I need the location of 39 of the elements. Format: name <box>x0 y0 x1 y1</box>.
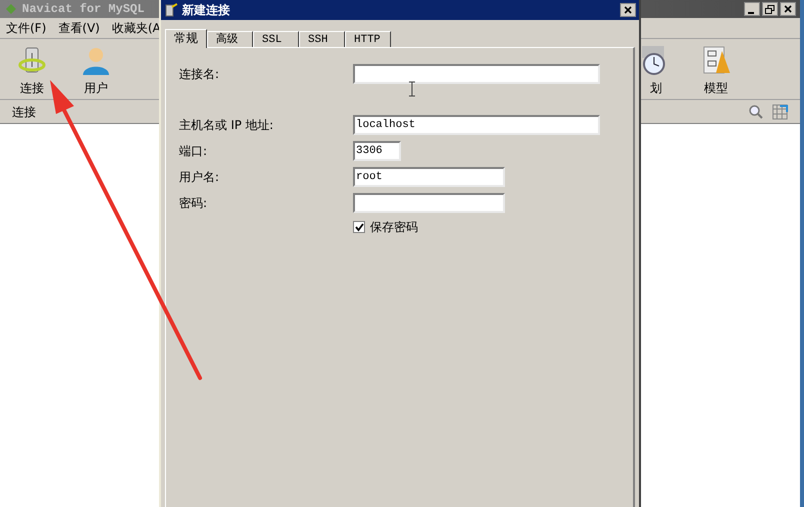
search-icon[interactable] <box>748 104 764 120</box>
checkbox[interactable] <box>353 221 365 233</box>
field-label: 端口: <box>179 143 208 160</box>
check-icon <box>354 222 364 232</box>
input-field[interactable] <box>353 64 600 84</box>
dialog-title: 新建连接 <box>182 2 230 19</box>
toolbar-button[interactable]: 连接 <box>10 45 54 99</box>
text-cursor-icon <box>408 81 416 97</box>
restore-icon <box>765 4 775 14</box>
field-label: 密码: <box>179 195 208 212</box>
field-label: 用户名: <box>179 169 220 186</box>
tab[interactable]: SSH <box>299 31 345 47</box>
input-field[interactable]: root <box>353 167 505 187</box>
toolbar-button[interactable]: 模型 <box>694 45 738 99</box>
app-icon <box>4 2 18 16</box>
minimize-button[interactable] <box>744 2 760 16</box>
window-title: Navicat for MySQL <box>22 1 144 18</box>
connection-icon <box>164 3 178 17</box>
save-password-checkbox[interactable]: 保存密码 <box>353 218 633 236</box>
field-label: 主机名或 IP 地址: <box>179 117 274 134</box>
menu-item[interactable]: 查看(V) <box>58 19 100 37</box>
close-button[interactable] <box>620 3 636 17</box>
close-icon <box>624 6 632 14</box>
menu-item[interactable]: 文件(F) <box>6 19 46 37</box>
minimize-icon <box>748 12 756 15</box>
field-label: 连接名: <box>179 66 220 83</box>
input-field[interactable] <box>353 193 505 213</box>
panel-header: 连接 <box>12 104 36 120</box>
toolbar-button[interactable]: 用户 <box>74 45 118 99</box>
input-field[interactable]: localhost <box>353 115 600 135</box>
tab[interactable]: SSL <box>253 31 299 47</box>
tab[interactable]: HTTP <box>345 31 391 47</box>
close-button[interactable] <box>780 2 796 16</box>
tab[interactable]: 高级 <box>207 31 253 47</box>
user-icon <box>80 45 112 77</box>
input-field[interactable]: 3306 <box>353 141 401 161</box>
tab[interactable]: 常规 <box>165 29 207 48</box>
restore-button[interactable] <box>762 2 778 16</box>
close-icon <box>784 5 792 13</box>
